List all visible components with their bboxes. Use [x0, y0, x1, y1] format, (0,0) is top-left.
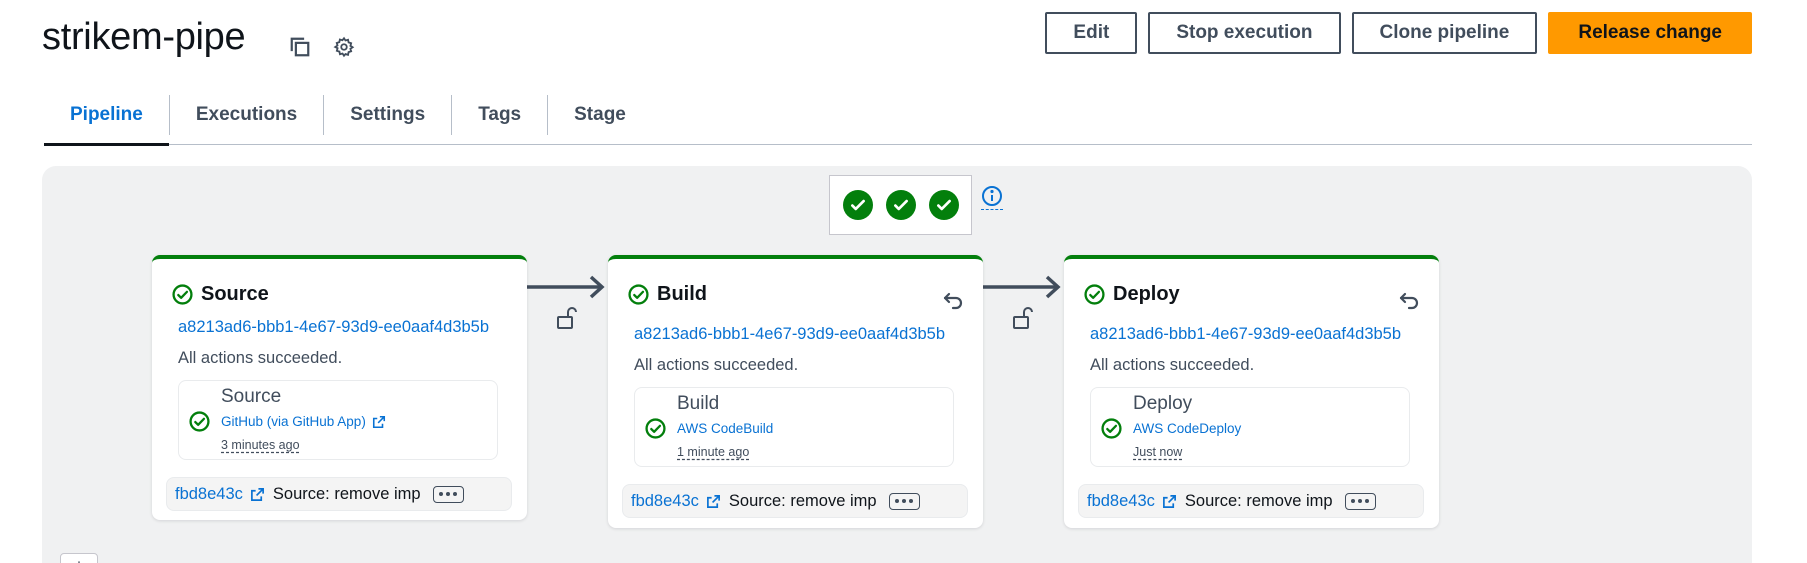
tab-bar: Pipeline Executions Settings Tags Stage — [44, 86, 1752, 146]
rollback-icon[interactable] — [1397, 289, 1421, 313]
add-stage-button[interactable]: + — [60, 553, 98, 563]
more-options-button[interactable] — [888, 492, 920, 510]
header-actions: Edit Stop execution Clone pipeline Relea… — [1045, 12, 1752, 54]
commit-bar: fbd8e43c Source: remove imp — [622, 484, 968, 518]
external-link-icon[interactable] — [1162, 494, 1177, 509]
unlock-icon[interactable] — [555, 306, 577, 330]
execution-id-link[interactable]: a8213ad6-bbb1-4e67-93d9-ee0aaf4d3b5b — [1090, 325, 1401, 344]
execution-id-link[interactable]: a8213ad6-bbb1-4e67-93d9-ee0aaf4d3b5b — [634, 325, 945, 344]
tab-executions[interactable]: Executions — [170, 86, 323, 144]
unlock-icon[interactable] — [1011, 306, 1033, 330]
execution-id-link[interactable]: a8213ad6-bbb1-4e67-93d9-ee0aaf4d3b5b — [178, 318, 489, 337]
action-card-deploy: Deploy AWS CodeDeploy Just now — [1090, 387, 1410, 467]
tab-tags[interactable]: Tags — [452, 86, 547, 144]
external-link-icon[interactable] — [250, 487, 265, 502]
stage-status-text: All actions succeeded. — [634, 356, 799, 374]
status-success-icon — [1084, 284, 1105, 305]
action-provider-link[interactable]: AWS CodeDeploy — [1133, 421, 1241, 436]
stage-build: Build a8213ad6-bbb1-4e67-93d9-ee0aaf4d3b… — [608, 255, 983, 528]
status-success-icon — [172, 284, 193, 305]
success-check-icon — [885, 190, 916, 220]
action-card-build: Build AWS CodeBuild 1 minute ago — [634, 387, 954, 467]
commit-message: Source: remove imp — [1184, 491, 1333, 510]
commit-message: Source: remove imp — [272, 484, 421, 503]
external-link-icon[interactable] — [706, 494, 721, 509]
transition-arrow-icon — [983, 272, 1063, 302]
tab-stage[interactable]: Stage — [548, 86, 652, 144]
clone-pipeline-button[interactable]: Clone pipeline — [1351, 12, 1538, 54]
status-success-icon — [1101, 418, 1122, 439]
commit-id-link[interactable]: fbd8e43c — [175, 485, 243, 504]
copy-icon[interactable] — [289, 36, 311, 58]
commit-bar: fbd8e43c Source: remove imp — [1078, 484, 1424, 518]
more-options-button[interactable] — [432, 485, 464, 503]
tab-settings[interactable]: Settings — [324, 86, 451, 144]
commit-id-link[interactable]: fbd8e43c — [1087, 492, 1155, 511]
edit-button[interactable]: Edit — [1045, 12, 1138, 54]
action-provider-link[interactable]: AWS CodeBuild — [677, 421, 773, 436]
action-timestamp: Just now — [1133, 445, 1183, 459]
execution-summary — [829, 175, 972, 235]
stage-status-text: All actions succeeded. — [1090, 356, 1255, 374]
external-link-icon — [372, 415, 385, 428]
stage-deploy: Deploy a8213ad6-bbb1-4e67-93d9-ee0aaf4d3… — [1064, 255, 1439, 528]
stage-source: Source a8213ad6-bbb1-4e67-93d9-ee0aaf4d3… — [152, 255, 527, 520]
action-name: Source — [221, 386, 282, 407]
more-options-button[interactable] — [1344, 492, 1376, 510]
page-title: strikem-pipe — [42, 16, 246, 58]
status-success-icon — [645, 418, 666, 439]
commit-message: Source: remove imp — [728, 491, 877, 510]
rollback-icon[interactable] — [941, 289, 965, 313]
tab-pipeline[interactable]: Pipeline — [44, 86, 169, 146]
action-timestamp: 3 minutes ago — [221, 438, 300, 452]
stage-name: Build — [657, 283, 707, 305]
stage-name: Deploy — [1113, 283, 1180, 305]
stage-name: Source — [201, 283, 269, 305]
action-provider-link[interactable]: GitHub (via GitHub App) — [221, 414, 386, 429]
status-success-icon — [628, 284, 649, 305]
stop-execution-button[interactable]: Stop execution — [1148, 12, 1341, 54]
action-name: Deploy — [1133, 393, 1193, 414]
info-icon[interactable] — [981, 185, 1003, 211]
provider-label: GitHub (via GitHub App) — [221, 414, 366, 429]
status-success-icon — [189, 411, 210, 432]
action-card-source: Source GitHub (via GitHub App) 3 minutes… — [178, 380, 498, 460]
stage-header: Source — [172, 283, 269, 306]
action-timestamp: 1 minute ago — [677, 445, 750, 459]
provider-label: AWS CodeBuild — [677, 421, 774, 436]
commit-id-link[interactable]: fbd8e43c — [631, 492, 699, 511]
stage-status-text: All actions succeeded. — [178, 349, 343, 367]
transition-arrow-icon — [527, 272, 607, 302]
stage-header: Deploy — [1084, 283, 1180, 306]
provider-label: AWS CodeDeploy — [1133, 421, 1242, 436]
release-change-button[interactable]: Release change — [1548, 12, 1752, 54]
gear-icon[interactable] — [333, 36, 355, 58]
success-check-icon — [928, 190, 959, 220]
commit-bar: fbd8e43c Source: remove imp — [166, 477, 512, 511]
success-check-icon — [842, 190, 873, 220]
stage-header: Build — [628, 283, 707, 306]
action-name: Build — [677, 393, 720, 414]
